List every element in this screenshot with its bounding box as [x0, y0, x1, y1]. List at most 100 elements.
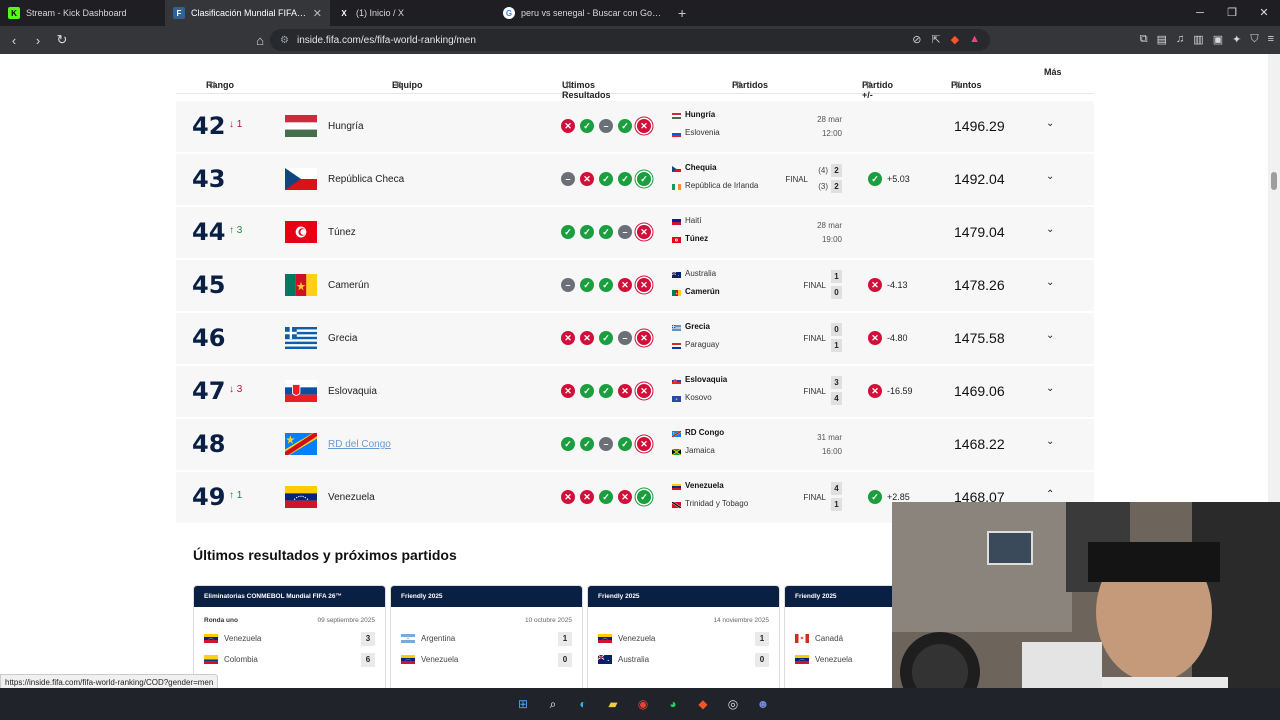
team-name-link[interactable]: Túnez	[328, 227, 356, 238]
match-away-team: Paraguay	[672, 340, 719, 349]
url-text[interactable]: inside.fifa.com/es/fifa-world-ranking/me…	[297, 35, 476, 46]
score-away: 2	[831, 180, 842, 193]
leo-ai-icon[interactable]: ✦	[1232, 33, 1241, 46]
edge-icon[interactable]: ◐	[572, 693, 594, 715]
draw-icon: –	[561, 278, 575, 292]
brave-icon[interactable]: ◆	[692, 693, 714, 715]
next-match[interactable]: Venezuela Trinidad y Tobago FINAL 4 1	[671, 481, 852, 517]
discord-icon[interactable]: ☻	[752, 693, 774, 715]
flag-icon	[672, 324, 681, 331]
split-view-icon[interactable]: ▥	[1193, 33, 1203, 46]
team-name-link[interactable]: Camerún	[328, 280, 369, 291]
match-home-team: Grecia	[672, 322, 710, 331]
rank-movement: ↑ 3	[229, 225, 243, 236]
vpn-icon[interactable]: ⛉	[1250, 33, 1258, 46]
search-icon[interactable]: ⌕	[542, 693, 564, 715]
sidebar-icon[interactable]: ▤	[1157, 33, 1167, 46]
next-match[interactable]: Chequia República de Irlanda FINAL (4) (3) 2 2	[672, 163, 852, 199]
last-results: ✕ ✕ ✓ – ✕	[561, 331, 651, 345]
loss-icon: ✕	[637, 331, 651, 345]
windows-start-icon[interactable]: ⊞	[512, 693, 534, 715]
win-icon: ✓	[561, 225, 575, 239]
team-name-link[interactable]: Eslovaquia	[328, 386, 377, 397]
chevron-down-icon[interactable]: ⌄	[1046, 118, 1054, 129]
table-row[interactable]: 46 Grecia ✕ ✕ ✓ – ✕ Grecia Paraguay FINAL 0 1 ✕ -4.80…	[176, 313, 1094, 364]
back-icon[interactable]: ‹	[4, 33, 24, 48]
card-team-1: Venezuela 3	[204, 631, 375, 646]
reader-mode-icon[interactable]: ⊘	[912, 33, 921, 46]
match-date: 31 mar	[817, 433, 842, 442]
chevron-down-icon[interactable]: ⌄	[1046, 171, 1054, 182]
chevron-down-icon[interactable]: ⌄	[1046, 330, 1054, 341]
close-tab-icon[interactable]: ✕	[313, 7, 322, 20]
minimize-icon[interactable]: ─	[1184, 0, 1216, 26]
team-name-link[interactable]: RD del Congo	[328, 439, 391, 450]
file-explorer-icon[interactable]: ▰	[602, 693, 624, 715]
scrollbar-thumb[interactable]	[1271, 172, 1277, 190]
brave-shield-icon[interactable]: ◆	[951, 33, 959, 46]
match-away-team: Trinidad y Tobago	[671, 499, 748, 509]
chevron-up-icon[interactable]: ⌃	[1046, 489, 1054, 500]
points-value: 1478.26	[954, 277, 1005, 293]
menu-icon[interactable]: ≡	[1268, 33, 1274, 46]
team-name-link[interactable]: República Checa	[328, 174, 404, 185]
team-name-link[interactable]: Venezuela	[328, 492, 375, 503]
tab-strip: K Stream - Kick Dashboard F Clasificació…	[0, 0, 1280, 26]
address-bar[interactable]: ⚙ inside.fifa.com/es/fifa-world-ranking/…	[270, 29, 990, 51]
chevron-down-icon[interactable]: ⌄	[1046, 224, 1054, 235]
score-away: 1	[831, 498, 842, 511]
next-match[interactable]: RD Congo Jamaica 31 mar 16:00	[671, 428, 852, 464]
obs-icon[interactable]: ◎	[722, 693, 744, 715]
sort-icon: ⇅	[565, 80, 573, 90]
tab-fifa[interactable]: F Clasificación Mundial FIFA/Coca-Cola ✕	[165, 0, 330, 26]
table-row[interactable]: 48 RD del Congo ✓ ✓ – ✓ ✕ RD Congo Jamaica 31 mar…	[176, 419, 1094, 470]
team-name-link[interactable]: Grecia	[328, 333, 357, 344]
wallet-icon[interactable]: ▣	[1213, 33, 1223, 46]
loss-icon: ✕	[580, 490, 594, 504]
match-card[interactable]: Friendly 2025 10 octubre 2025 Argentina 1 Ve…	[390, 585, 583, 688]
brave-rewards-icon[interactable]: ▲	[969, 33, 980, 46]
next-match[interactable]: Eslovaquia Kosovo FINAL 3 4	[672, 375, 852, 411]
forward-icon[interactable]: ›	[28, 33, 48, 48]
site-info-icon[interactable]: ⚙	[280, 35, 289, 46]
points-value: 1479.04	[954, 224, 1005, 240]
next-match[interactable]: Haití Túnez 28 mar 19:00	[672, 216, 852, 252]
bookmark-icon[interactable]: ⌂	[250, 33, 270, 48]
penalty-score-home: (4)	[818, 166, 828, 175]
tab-kick[interactable]: K Stream - Kick Dashboard	[0, 0, 165, 26]
next-match[interactable]: Australia Camerún FINAL 1 0	[671, 269, 852, 305]
table-row[interactable]: 43 República Checa – ✕ ✓ ✓ ✓ Chequia República d…	[176, 154, 1094, 205]
win-icon: ✓	[618, 172, 632, 186]
match-away-team: Camerún	[672, 287, 720, 296]
table-row[interactable]: 44 ↑ 3 Túnez ✓ ✓ ✓ – ✕ Haití Túnez 28 mar 19:00 1479…	[176, 207, 1094, 258]
match-home-team: Venezuela	[672, 481, 724, 490]
share-icon[interactable]: ⇱	[931, 33, 940, 46]
team-name-link[interactable]: Hungría	[328, 121, 364, 132]
reload-icon[interactable]: ↻	[52, 32, 72, 48]
next-match[interactable]: Hungría Eslovenia 28 mar 12:00	[672, 110, 852, 146]
flag-icon	[672, 236, 681, 243]
close-window-icon[interactable]: ✕	[1248, 0, 1280, 26]
tab-google[interactable]: G peru vs senegal - Buscar con Google	[495, 0, 670, 26]
match-card[interactable]: Eliminatorias CONMEBOL Mundial FIFA 26™ R…	[193, 585, 386, 688]
restore-icon[interactable]: ❐	[1216, 0, 1248, 26]
loss-icon: ✕	[618, 490, 632, 504]
team-flag-icon	[285, 168, 317, 190]
table-row[interactable]: 42 ↓ 1 Hungría ✕ ✓ – ✓ ✕ Hungría Eslovenia 28 mar 1…	[176, 101, 1094, 152]
music-icon[interactable]: ♫	[1176, 33, 1184, 46]
tab-x[interactable]: X (1) Inicio / X	[330, 0, 495, 26]
chevron-down-icon[interactable]: ⌄	[1046, 277, 1054, 288]
chevron-down-icon[interactable]: ⌄	[1046, 436, 1054, 447]
score-home: 3	[831, 376, 842, 389]
match-status: FINAL	[803, 387, 826, 396]
chevron-down-icon[interactable]: ⌄	[1046, 383, 1054, 394]
spotify-icon[interactable]: ◕	[662, 693, 684, 715]
last-results: ✕ ✕ ✓ ✕ ✓	[561, 490, 651, 504]
match-card[interactable]: Friendly 2025 14 noviembre 2025 Venezuela 1…	[587, 585, 780, 688]
new-tab-button[interactable]: +	[670, 5, 694, 21]
next-match[interactable]: Grecia Paraguay FINAL 0 1	[672, 322, 852, 358]
table-row[interactable]: 45 Camerún – ✓ ✓ ✕ ✕ Australia Camerún FINAL 1 0 ✕ -4…	[176, 260, 1094, 311]
table-row[interactable]: 47 ↓ 3 Eslovaquia ✕ ✓ ✓ ✕ ✕ Eslovaquia Kosovo FINA…	[176, 366, 1094, 417]
extensions-icon[interactable]: ⧉	[1140, 33, 1148, 46]
chrome-icon[interactable]: ◉	[632, 693, 654, 715]
